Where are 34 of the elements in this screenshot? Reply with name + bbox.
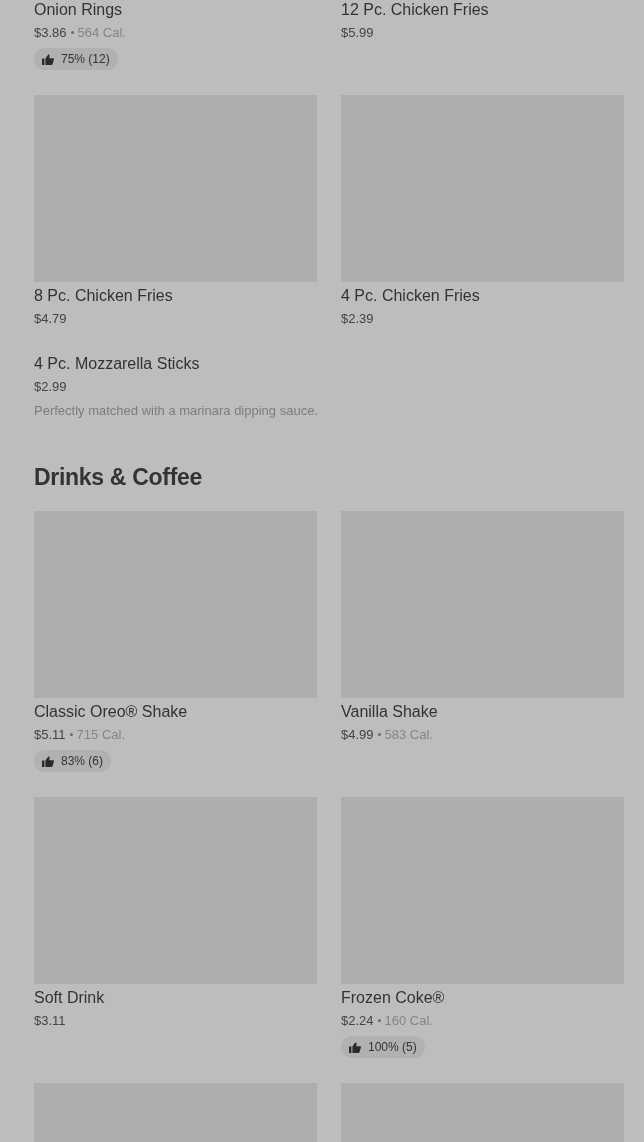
item-description: Perfectly matched with a marinara dipping sauce. [34, 402, 319, 420]
thumbs-up-icon [42, 53, 54, 65]
item-calories: 715 Cal. [76, 727, 125, 742]
item-name[interactable]: 8 Pc. Chicken Fries [34, 286, 317, 306]
item-price: $3.86 [34, 25, 67, 40]
separator-dot [70, 31, 74, 34]
item-price: $4.79 [34, 311, 67, 326]
item-name[interactable]: 4 Pc. Chicken Fries [341, 286, 624, 306]
item-name[interactable]: Soft Drink [34, 988, 317, 1008]
thumbs-up-icon [42, 755, 54, 767]
item-name[interactable]: 4 Pc. Mozzarella Sticks [34, 354, 624, 374]
separator-dot [69, 733, 73, 736]
item-name[interactable]: Onion Rings [34, 0, 317, 20]
separator-dot [377, 733, 381, 736]
item-price: $2.39 [341, 311, 374, 326]
rating-text: 83% (6) [61, 754, 104, 768]
item-name[interactable]: Classic Oreo® Shake [34, 702, 317, 722]
item-name[interactable]: Frozen Coke® [341, 988, 624, 1008]
item-calories: 160 Cal. [384, 1013, 433, 1028]
item-calories: 564 Cal. [77, 25, 126, 40]
thumbs-up-icon [349, 1041, 361, 1053]
item-price: $5.99 [341, 25, 374, 40]
item-price: $4.99 [341, 727, 374, 742]
item-name[interactable]: Vanilla Shake [341, 702, 624, 722]
item-name[interactable]: 12 Pc. Chicken Fries [341, 0, 624, 20]
item-calories: 583 Cal. [384, 727, 433, 742]
section-heading: Drinks & Coffee [34, 463, 204, 491]
rating-text: 100% (5) [368, 1040, 417, 1054]
item-price: $2.24 [341, 1013, 374, 1028]
separator-dot [377, 1019, 381, 1022]
rating-text: 75% (12) [61, 52, 110, 66]
item-price: $3.11 [34, 1013, 66, 1028]
item-price: $5.11 [34, 727, 66, 742]
item-price: $2.99 [34, 379, 67, 394]
